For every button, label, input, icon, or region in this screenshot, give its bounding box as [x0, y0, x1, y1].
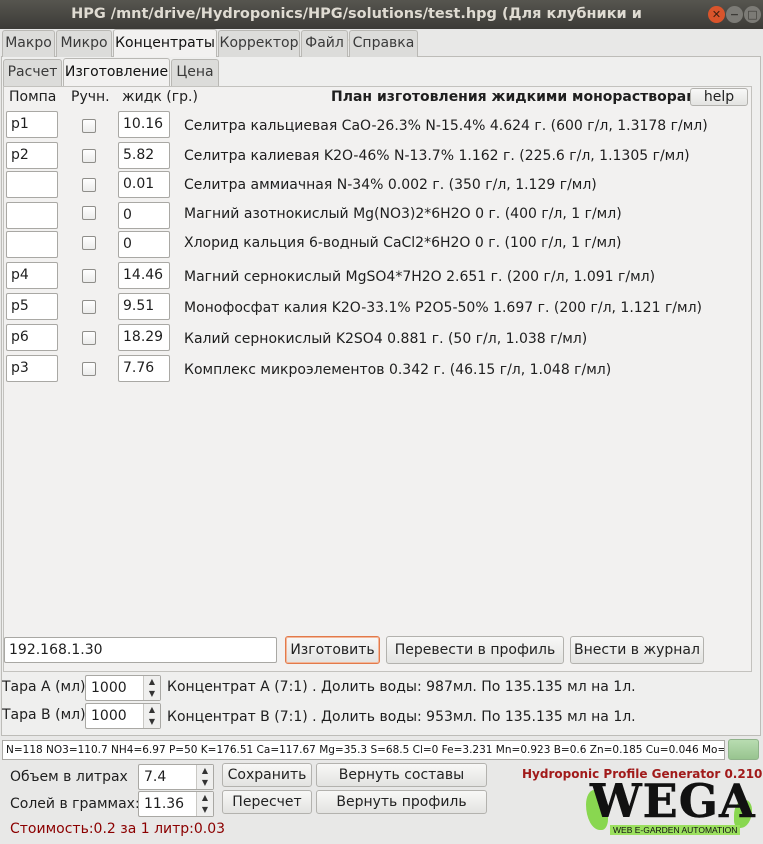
row-description: Магний азотнокислый Mg(NO3)2*6H2O 0 г. (… [184, 206, 622, 222]
sub-tab-panel [3, 86, 752, 672]
tare-a-info: Концентрат A (7:1) . Долить воды: 987мл.… [167, 679, 636, 695]
tab-file[interactable]: Файл [301, 30, 348, 57]
spin-up-icon[interactable]: ▲ [197, 765, 213, 777]
tab-concentrates[interactable]: Концентраты [113, 29, 217, 57]
tare-b-value[interactable]: 1000 [91, 704, 127, 728]
row-description: Монофосфат калия K2O-33.1% P2O5-50% 1.69… [184, 300, 702, 316]
recalc-button[interactable]: Пересчет [222, 790, 312, 814]
minimize-icon[interactable]: − [726, 6, 743, 23]
tare-a-label: Тара A (мл) [2, 679, 86, 695]
spin-arrows[interactable]: ▲ ▼ [196, 765, 213, 789]
pump-field[interactable] [6, 171, 58, 198]
spin-arrows[interactable]: ▲ ▼ [143, 676, 160, 700]
tab-macro[interactable]: Макро [2, 30, 55, 57]
tab-price[interactable]: Цена [171, 59, 219, 86]
restore-compositions-button[interactable]: Вернуть составы [316, 763, 487, 787]
pump-field[interactable]: p2 [6, 142, 58, 169]
spin-arrows[interactable]: ▲ ▼ [143, 704, 160, 728]
spin-down-icon[interactable]: ▼ [197, 804, 213, 816]
salts-value[interactable]: 11.36 [144, 792, 184, 816]
tab-production[interactable]: Изготовление [63, 58, 170, 86]
tare-b-label: Тара B (мл) [2, 707, 86, 723]
tare-b-info: Концентрат B (7:1) . Долить воды: 953мл.… [167, 709, 636, 725]
row-description: Комплекс микроэлементов 0.342 г. (46.15 … [184, 362, 612, 378]
manual-checkbox[interactable] [82, 178, 96, 192]
pump-field[interactable]: p3 [6, 355, 58, 382]
ip-address-field[interactable]: 192.168.1.30 [4, 637, 277, 663]
row-description: Калий сернокислый K2SO4 0.881 г. (50 г/л… [184, 331, 588, 347]
row-description: Магний сернокислый MgSO4*7H2O 2.651 г. (… [184, 269, 656, 285]
manual-checkbox[interactable] [82, 149, 96, 163]
amount-field[interactable]: 14.46 [118, 262, 170, 289]
amount-field[interactable]: 5.82 [118, 142, 170, 169]
spin-up-icon[interactable]: ▲ [144, 676, 160, 688]
tab-corrector[interactable]: Корректор [218, 30, 300, 57]
row-description: Селитра аммиачная N-34% 0.002 г. (350 г/… [184, 177, 597, 193]
manual-column-header: Ручн. [71, 89, 110, 105]
tare-b-spinbox[interactable]: 1000 ▲ ▼ [85, 703, 161, 729]
logo-wordmark: WEGA [590, 774, 756, 829]
pump-field[interactable]: p5 [6, 293, 58, 320]
cost-text: Стоимость:0.2 за 1 литр:0.03 [10, 821, 226, 837]
amount-field[interactable]: 18.29 [118, 324, 170, 351]
maximize-icon[interactable]: □ [744, 6, 761, 23]
make-button[interactable]: Изготовить [285, 636, 380, 664]
pump-field[interactable]: p1 [6, 111, 58, 138]
tab-help[interactable]: Справка [349, 30, 418, 57]
manual-checkbox[interactable] [82, 206, 96, 220]
help-button[interactable]: help [690, 88, 748, 106]
to-profile-button[interactable]: Перевести в профиль [386, 636, 564, 664]
amount-field[interactable]: 0 [118, 202, 170, 229]
pump-field[interactable] [6, 202, 58, 229]
manual-checkbox[interactable] [82, 300, 96, 314]
save-button[interactable]: Сохранить [222, 763, 312, 787]
tare-a-value[interactable]: 1000 [91, 676, 127, 700]
tab-calculation[interactable]: Расчет [3, 59, 62, 86]
tab-micro[interactable]: Микро [56, 30, 112, 57]
spin-arrows[interactable]: ▲ ▼ [196, 792, 213, 816]
salts-spinbox[interactable]: 11.36 ▲ ▼ [138, 791, 214, 817]
row-description: Селитра кальциевая CaO-26.3% N-15.4% 4.6… [184, 118, 708, 134]
spin-up-icon[interactable]: ▲ [144, 704, 160, 716]
window-titlebar: HPG /mnt/drive/Hydroponics/HPG/solutions… [0, 0, 763, 51]
plan-title: План изготовления жидкими монорастворами [331, 89, 708, 105]
volume-spinbox[interactable]: 7.4 ▲ ▼ [138, 764, 214, 790]
amount-field[interactable]: 10.16 [118, 111, 170, 138]
manual-checkbox[interactable] [82, 362, 96, 376]
volume-label: Объем в литрах [10, 769, 128, 785]
nutrient-status-field[interactable]: N=118 NO3=110.7 NH4=6.97 P=50 K=176.51 C… [2, 740, 725, 760]
logo-subtitle: WEB E-GARDEN AUTOMATION [610, 825, 741, 835]
spin-down-icon[interactable]: ▼ [144, 688, 160, 700]
manual-checkbox[interactable] [82, 236, 96, 250]
volume-value[interactable]: 7.4 [144, 765, 166, 789]
pump-field[interactable]: p4 [6, 262, 58, 289]
liquid-column-header: жидк (гр.) [122, 89, 198, 105]
salts-label: Солей в граммах: [10, 796, 140, 812]
amount-field[interactable]: 9.51 [118, 293, 170, 320]
amount-field[interactable]: 0.01 [118, 171, 170, 198]
close-icon[interactable]: ✕ [708, 6, 725, 23]
status-indicator-button[interactable] [728, 739, 759, 760]
amount-field[interactable]: 7.76 [118, 355, 170, 382]
spin-up-icon[interactable]: ▲ [197, 792, 213, 804]
wega-logo: WEGA WEB E-GARDEN AUTOMATION [586, 774, 758, 842]
row-description: Хлорид кальция 6-водный CaCl2*6H2O 0 г. … [184, 235, 622, 251]
row-description: Селитра калиевая K2O-46% N-13.7% 1.162 г… [184, 148, 690, 164]
restore-profile-button[interactable]: Вернуть профиль [316, 790, 487, 814]
pump-field[interactable]: p6 [6, 324, 58, 351]
manual-checkbox[interactable] [82, 269, 96, 283]
manual-checkbox[interactable] [82, 331, 96, 345]
tare-a-spinbox[interactable]: 1000 ▲ ▼ [85, 675, 161, 701]
spin-down-icon[interactable]: ▼ [197, 777, 213, 789]
to-journal-button[interactable]: Внести в журнал [570, 636, 704, 664]
amount-field[interactable]: 0 [118, 231, 170, 258]
manual-checkbox[interactable] [82, 119, 96, 133]
pump-field[interactable] [6, 231, 58, 258]
spin-down-icon[interactable]: ▼ [144, 716, 160, 728]
pump-column-header: Помпа [9, 89, 57, 105]
